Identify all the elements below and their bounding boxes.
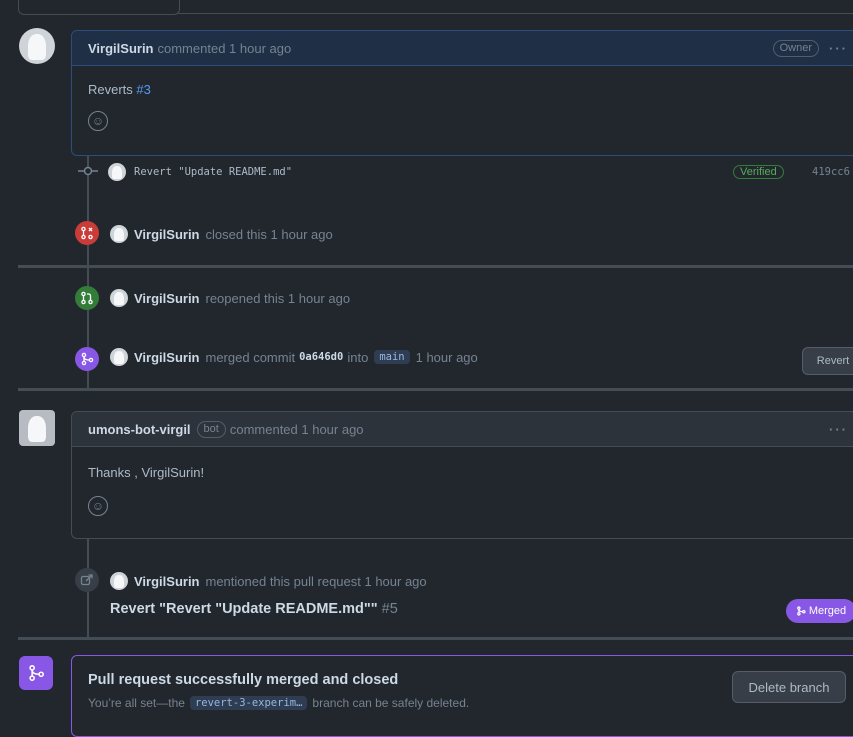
comment-card: VirgilSurin commented 1 hour ago Owner ·…: [71, 30, 853, 156]
reopened-event: VirgilSurin reopened this 1 hour ago: [110, 289, 350, 307]
cross-reference-icon: [75, 568, 99, 592]
comment-card: umons-bot-virgil bot commented 1 hour ag…: [71, 411, 853, 539]
commit-message[interactable]: Revert "Update README.md": [134, 166, 292, 178]
tab-outline: [18, 0, 180, 15]
bot-avatar[interactable]: [19, 410, 55, 446]
timeline-separator: [18, 637, 853, 640]
comment-header: VirgilSurin commented 1 hour ago Owner ·…: [72, 31, 853, 66]
comment-author[interactable]: VirgilSurin: [88, 41, 154, 56]
more-options-icon[interactable]: ···: [829, 422, 848, 437]
desc-text: You’re all set—the: [88, 696, 185, 710]
branch-chip[interactable]: revert-3-experim…: [189, 696, 308, 710]
smiley-icon[interactable]: ☺: [88, 496, 108, 516]
branch-chip[interactable]: main: [374, 350, 410, 364]
event-text: closed this 1 hour ago: [205, 226, 333, 242]
merge-status-title: Pull request successfully merged and clo…: [88, 672, 399, 688]
issue-link[interactable]: #3: [136, 82, 150, 97]
event-text: reopened this 1 hour ago: [205, 290, 351, 306]
avatar[interactable]: [108, 163, 126, 181]
avatar[interactable]: [19, 28, 55, 64]
comment-header: umons-bot-virgil bot commented 1 hour ag…: [72, 412, 853, 447]
avatar[interactable]: [110, 572, 128, 590]
avatar[interactable]: [110, 225, 128, 243]
event-author[interactable]: VirgilSurin: [134, 574, 200, 589]
event-author[interactable]: VirgilSurin: [134, 350, 200, 365]
referenced-pr-title[interactable]: Revert "Revert "Update README.md"": [110, 601, 378, 617]
pr-closed-icon: [75, 221, 99, 245]
event-author[interactable]: VirgilSurin: [134, 227, 200, 242]
comment-body: Reverts #3: [72, 66, 853, 97]
event-text: into: [347, 349, 369, 365]
revert-button[interactable]: Revert: [802, 347, 853, 375]
comment-meta[interactable]: commented 1 hour ago: [158, 41, 292, 56]
commit-sha-link[interactable]: 0a646d0: [299, 351, 343, 363]
timeline-separator: [18, 265, 853, 268]
comment-text: Reverts: [88, 82, 133, 97]
merge-icon: [75, 347, 99, 371]
merge-icon: [19, 656, 53, 690]
closed-event: VirgilSurin closed this 1 hour ago: [110, 225, 333, 243]
more-options-icon[interactable]: ···: [829, 41, 848, 56]
event-text: mentioned this pull request 1 hour ago: [205, 573, 427, 589]
owner-badge: Owner: [772, 39, 819, 57]
merge-icon: [796, 606, 806, 616]
timeline-separator: [18, 388, 853, 391]
pr-open-icon: [75, 286, 99, 310]
comment-meta[interactable]: commented 1 hour ago: [230, 422, 364, 437]
event-author[interactable]: VirgilSurin: [134, 291, 200, 306]
referenced-pr: Revert "Revert "Update README.md"" #5: [110, 601, 398, 617]
merged-status-label: Merged: [808, 605, 847, 617]
comment-author[interactable]: umons-bot-virgil: [88, 422, 191, 437]
commit-row: Revert "Update README.md": [108, 163, 292, 181]
referenced-pr-number[interactable]: #5: [382, 601, 398, 617]
smiley-icon[interactable]: ☺: [88, 111, 108, 131]
mention-event: VirgilSurin mentioned this pull request …: [110, 572, 427, 590]
tab-divider: [178, 13, 853, 14]
merge-status-desc: You’re all set—the revert-3-experim… bra…: [88, 696, 469, 710]
commit-icon: [78, 165, 98, 177]
comment-body: Thanks , VirgilSurin!: [72, 447, 853, 480]
comment-text: Thanks , VirgilSurin!: [88, 465, 205, 480]
merged-event: VirgilSurin merged commit 0a646d0 into m…: [110, 348, 478, 366]
avatar[interactable]: [110, 289, 128, 307]
event-time[interactable]: 1 hour ago: [416, 350, 478, 365]
merged-status-badge: Merged: [786, 599, 853, 623]
bot-badge: bot: [196, 420, 226, 438]
avatar[interactable]: [110, 348, 128, 366]
event-text: merged commit: [205, 349, 296, 365]
commit-sha[interactable]: 419cc6: [812, 166, 850, 178]
verified-badge[interactable]: Verified: [733, 163, 784, 180]
delete-branch-button[interactable]: Delete branch: [732, 671, 846, 703]
desc-text: branch can be safely deleted.: [312, 696, 470, 710]
